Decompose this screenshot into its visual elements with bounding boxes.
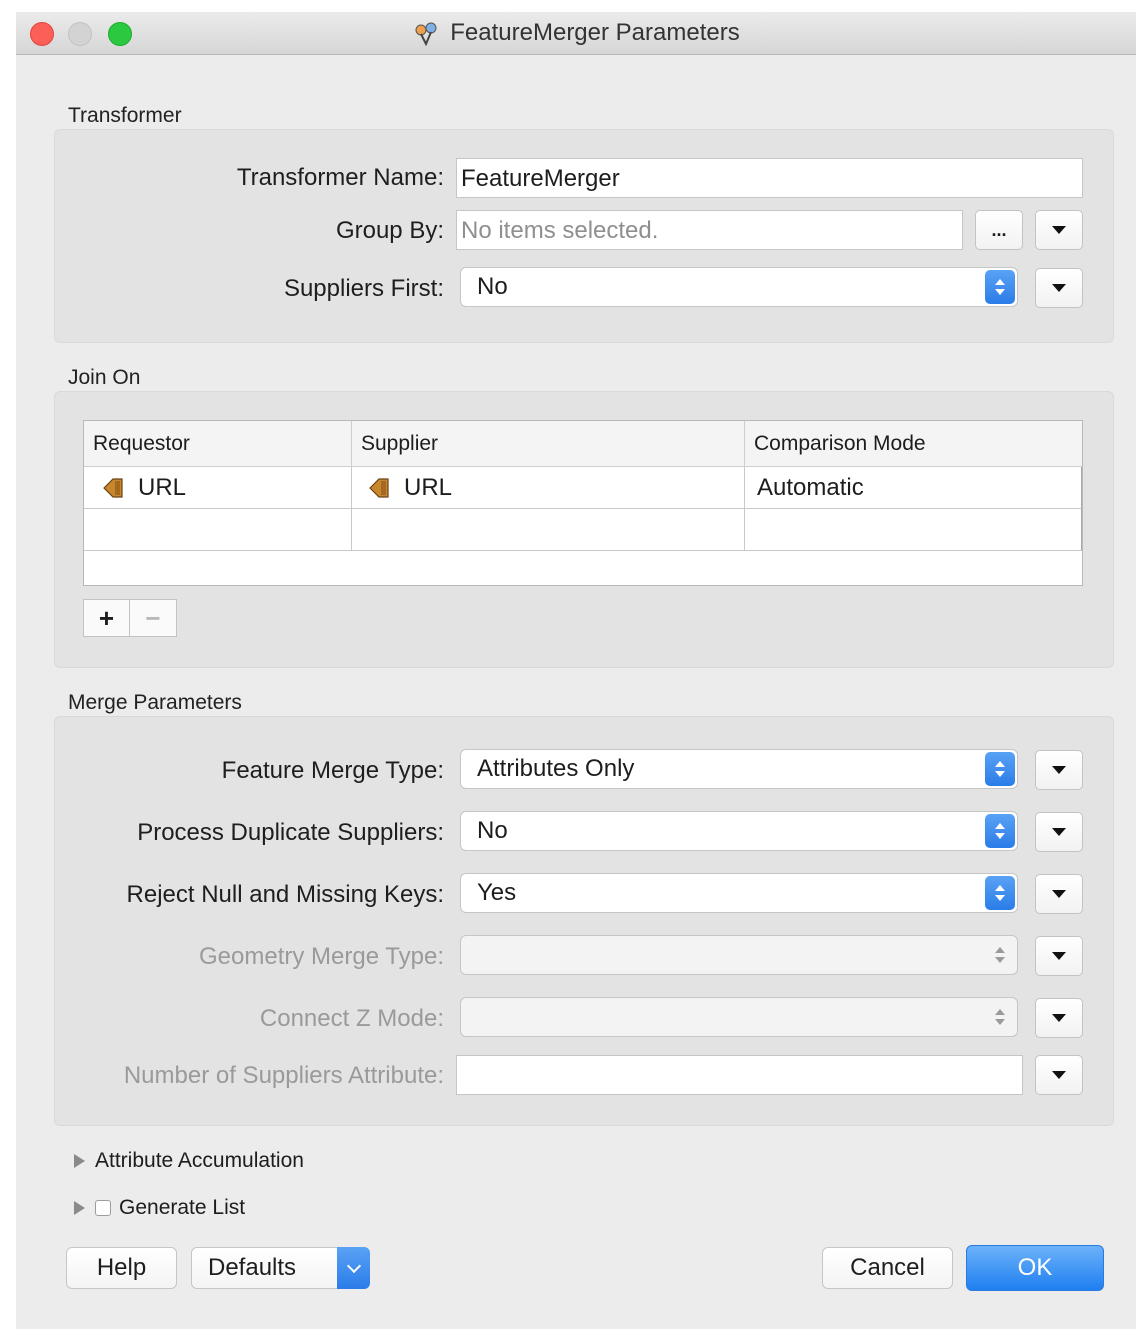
dropdown-arrow-icon [1052, 284, 1066, 292]
process-duplicate-suppliers-label: Process Duplicate Suppliers: [137, 819, 444, 846]
attribute-accumulation-label: Attribute Accumulation [95, 1149, 304, 1172]
feature-merge-type-value: Attributes Only [477, 755, 635, 782]
attribute-icon [369, 477, 389, 498]
ok-button[interactable]: OK [966, 1245, 1104, 1291]
suppliers-first-select[interactable]: No [460, 267, 1018, 307]
dropdown-arrow-icon [1052, 952, 1066, 960]
featuremerger-dialog: FeatureMerger Parameters Transformer Tra… [16, 12, 1136, 1329]
table-empty-cell[interactable] [84, 509, 352, 551]
select-stepper-icon [985, 752, 1015, 786]
supplier-value: URL [404, 473, 453, 501]
add-row-button[interactable]: + [83, 599, 130, 637]
dropdown-arrow-icon [1052, 828, 1066, 836]
connect-z-mode-select[interactable] [460, 997, 1018, 1037]
column-header-requestor[interactable]: Requestor [84, 421, 352, 467]
feature-merge-type-select[interactable]: Attributes Only [460, 749, 1018, 789]
suppliers-first-menu-button[interactable] [1035, 268, 1083, 308]
number-of-suppliers-attribute-label: Number of Suppliers Attribute: [123, 1062, 444, 1089]
geometry-merge-type-select[interactable] [460, 935, 1018, 975]
suppliers-first-label: Suppliers First: [283, 275, 444, 302]
transformer-name-field[interactable]: FeatureMerger [456, 158, 1083, 198]
title-bar: FeatureMerger Parameters [16, 12, 1136, 55]
select-stepper-icon [985, 270, 1015, 304]
generate-list-disclosure[interactable]: Generate List [74, 1196, 245, 1220]
column-header-comparison-mode[interactable]: Comparison Mode [745, 421, 1082, 467]
disclosure-triangle-icon [74, 1154, 85, 1168]
chevron-down-icon [346, 1258, 361, 1273]
suppliers-first-value: No [477, 273, 508, 300]
group-by-label: Group By: [335, 217, 444, 244]
transformer-name-label: Transformer Name: [236, 164, 444, 191]
number-of-suppliers-attribute-menu-button[interactable] [1035, 1055, 1083, 1095]
reject-null-missing-keys-select[interactable]: Yes [460, 873, 1018, 913]
join-on-section-label: Join On [68, 366, 141, 389]
number-of-suppliers-attribute-field[interactable] [456, 1055, 1023, 1095]
generate-list-checkbox[interactable] [95, 1200, 111, 1216]
reject-null-missing-keys-menu-button[interactable] [1035, 874, 1083, 914]
reject-null-missing-keys-value: Yes [477, 879, 517, 906]
column-header-supplier[interactable]: Supplier [352, 421, 745, 467]
generate-list-label: Generate List [119, 1196, 246, 1219]
connect-z-mode-label: Connect Z Mode: [259, 1005, 444, 1032]
requestor-value: URL [138, 473, 187, 501]
attribute-accumulation-disclosure[interactable]: Attribute Accumulation [74, 1149, 304, 1173]
defaults-menu-arrow[interactable] [337, 1247, 370, 1289]
dropdown-arrow-icon [1052, 1071, 1066, 1079]
help-button[interactable]: Help [66, 1247, 177, 1289]
cancel-button[interactable]: Cancel [822, 1247, 953, 1289]
feature-merge-type-label: Feature Merge Type: [221, 757, 444, 784]
window-title: FeatureMerger Parameters [450, 19, 740, 46]
dropdown-arrow-icon [1052, 890, 1066, 898]
group-by-field[interactable]: No items selected. [456, 210, 963, 250]
defaults-label: Defaults [208, 1254, 297, 1281]
select-stepper-icon [985, 876, 1015, 910]
reject-null-missing-keys-label: Reject Null and Missing Keys: [126, 881, 444, 908]
dropdown-arrow-icon [1052, 226, 1066, 234]
dropdown-arrow-icon [1052, 766, 1066, 774]
group-by-menu-button[interactable] [1035, 210, 1083, 250]
process-duplicate-suppliers-menu-button[interactable] [1035, 812, 1083, 852]
select-stepper-icon [985, 1000, 1015, 1034]
remove-row-button[interactable]: − [130, 599, 177, 637]
group-by-browse-button[interactable]: ... [975, 210, 1023, 250]
row-controls: + − [83, 599, 179, 637]
geometry-merge-type-label: Geometry Merge Type: [199, 943, 444, 970]
featuremerger-icon [415, 22, 437, 46]
process-duplicate-suppliers-select[interactable]: No [460, 811, 1018, 851]
table-cell-supplier[interactable]: URL [352, 467, 745, 509]
disclosure-triangle-icon [74, 1201, 85, 1215]
comparison-mode-value: Automatic [757, 473, 864, 501]
table-empty-cell[interactable] [745, 509, 1082, 551]
table-cell-requestor[interactable]: URL [84, 467, 352, 509]
join-on-table: Requestor Supplier Comparison Mode URL U… [83, 420, 1083, 586]
connect-z-mode-menu-button[interactable] [1035, 998, 1083, 1038]
process-duplicate-suppliers-value: No [477, 817, 508, 844]
dropdown-arrow-icon [1052, 1014, 1066, 1022]
geometry-merge-type-menu-button[interactable] [1035, 936, 1083, 976]
table-empty-cell[interactable] [352, 509, 745, 551]
merge-parameters-section-label: Merge Parameters [68, 691, 242, 714]
table-cell-comparison-mode[interactable]: Automatic [745, 467, 1082, 509]
feature-merge-type-menu-button[interactable] [1035, 750, 1083, 790]
defaults-button[interactable]: Defaults [191, 1247, 370, 1289]
select-stepper-icon [985, 814, 1015, 848]
attribute-icon [103, 477, 123, 498]
select-stepper-icon [985, 938, 1015, 972]
transformer-section-label: Transformer [68, 104, 182, 127]
